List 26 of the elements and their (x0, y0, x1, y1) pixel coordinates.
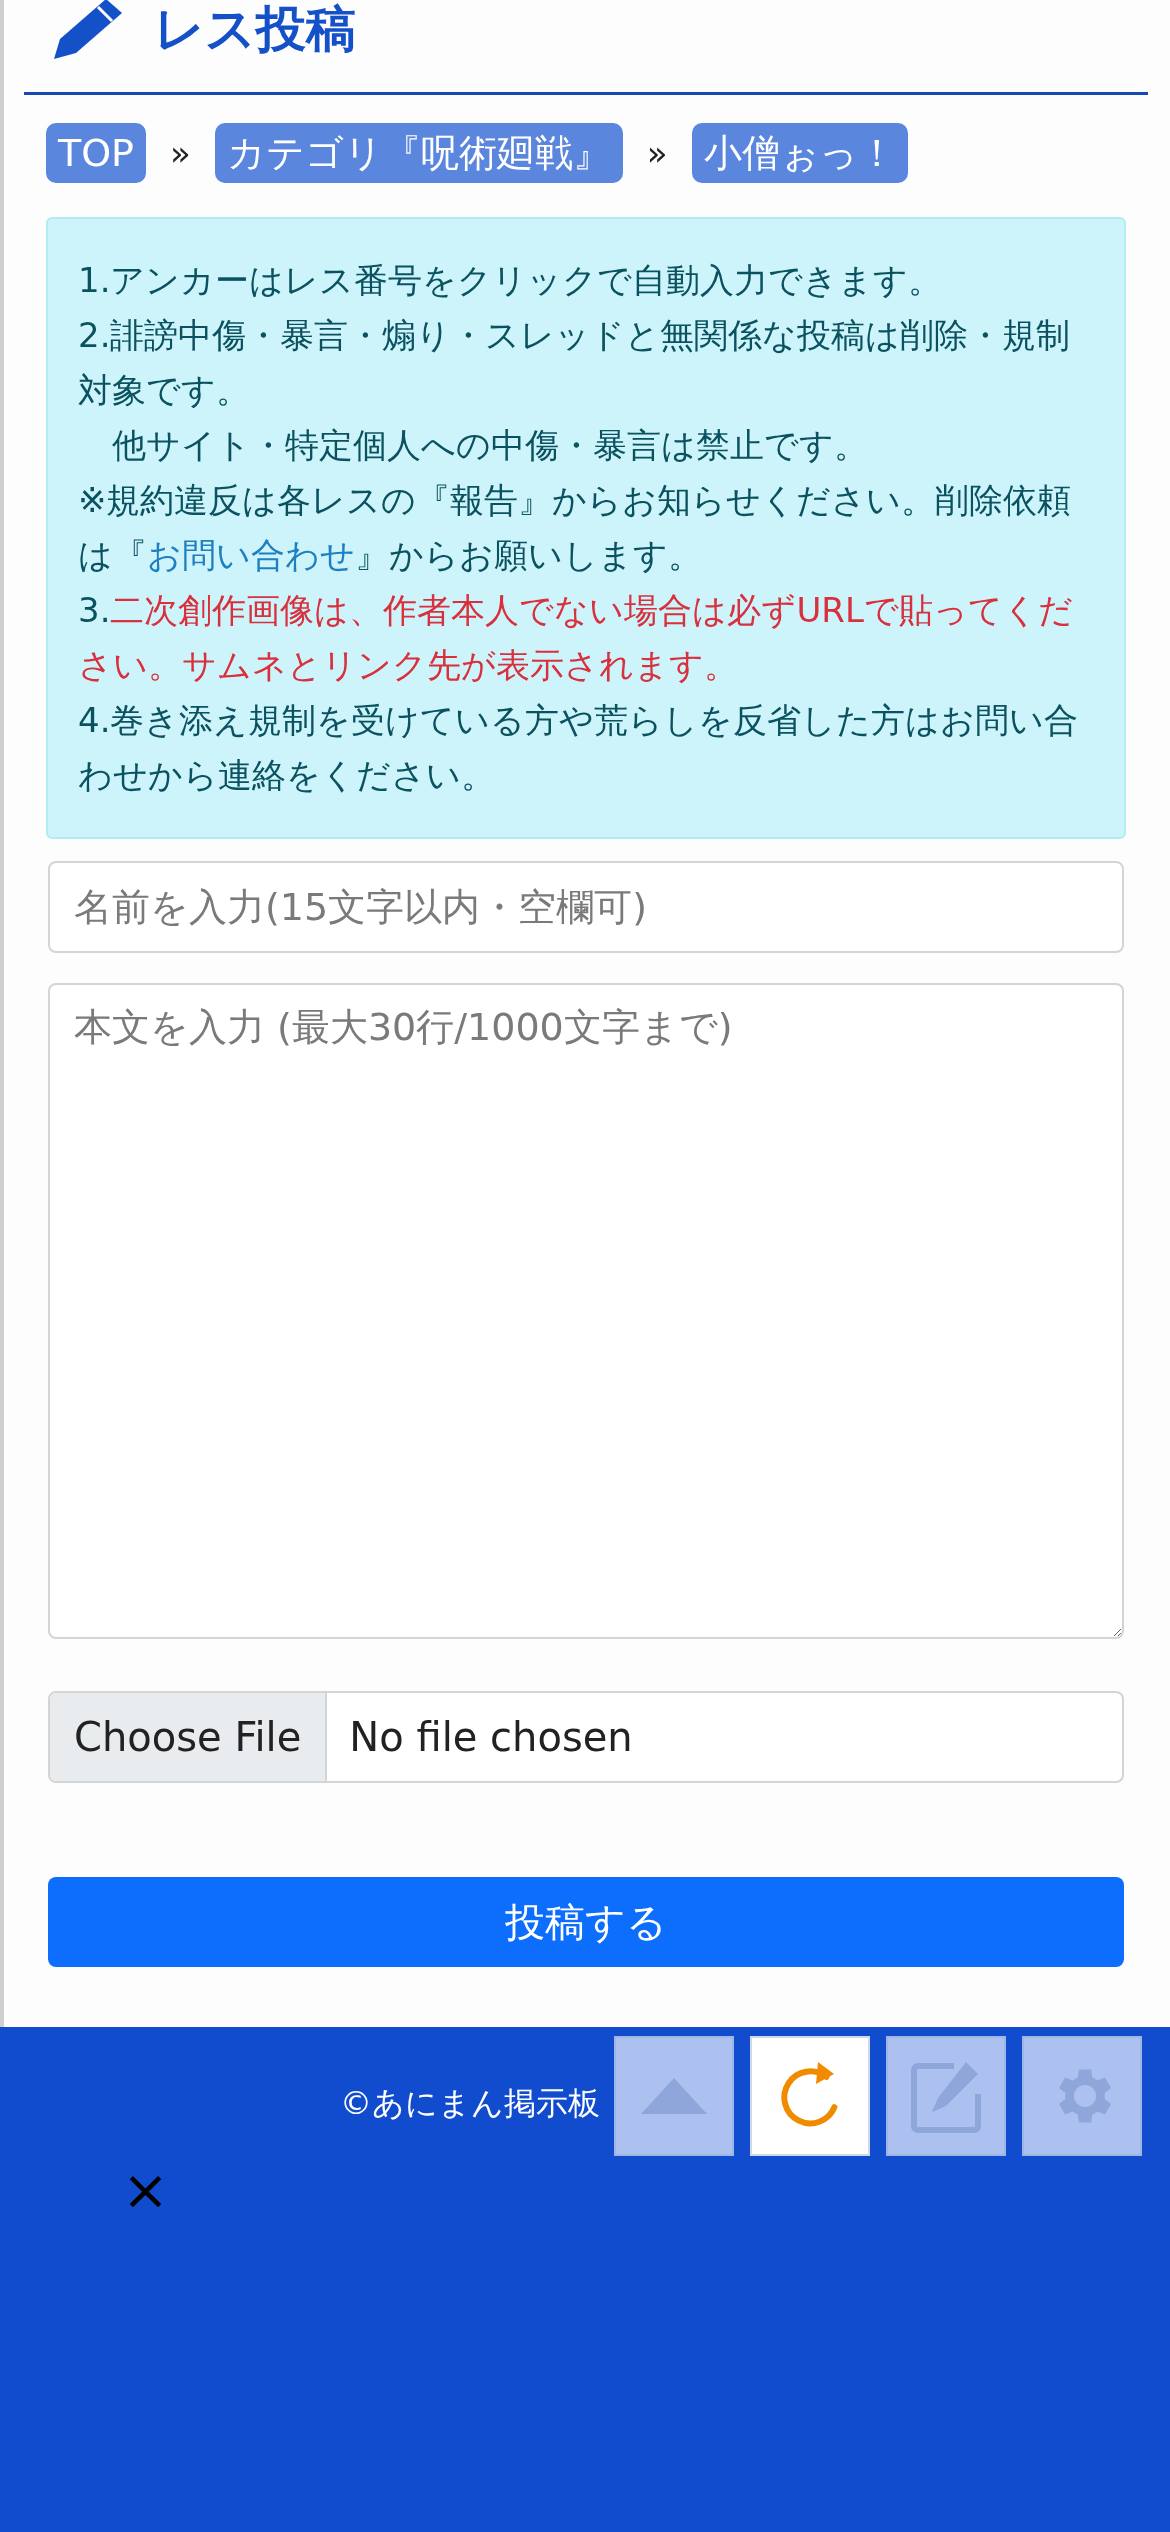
copyright-text: ©あにまん掲示板 (340, 2083, 600, 2124)
file-status: No file chosen (348, 1713, 634, 1762)
notice-text: 他サイト・特定個人への中傷・暴言は禁止です。 (111, 424, 869, 467)
notice-text: 1.アンカーはレス番号をクリックで自動入力できます。 (78, 259, 944, 302)
file-input[interactable]: Choose File No file chosen (48, 1691, 1124, 1783)
submit-button[interactable]: 投稿する (48, 1877, 1124, 1967)
notice-text: 2.誹謗中傷・暴言・煽り・スレッドと無関係な投稿は削除・規制対象です。 (78, 314, 1072, 412)
breadcrumb-link[interactable]: TOP (46, 123, 147, 183)
notice-text: ※規約違反は各レスの『報告』からお知らせください。削除依頼は『お問い合わせ』からお願いします。 (78, 479, 1073, 577)
notice-text: 4.巻き添え規制を受けている方や荒らしを反省した方はお問い合わせから連絡をください。 (78, 699, 1080, 797)
body-field[interactable]: 本文を入力 (最大30行/1000文字まで) (48, 983, 1124, 1639)
name-field[interactable]: 名前を入力(15文字以内・空欄可) (48, 861, 1124, 953)
page-title: レス投稿 (154, 4, 356, 54)
breadcrumb-separator: » (646, 131, 668, 175)
notice-text: 3.二次創作画像は、作者本人でない場合は必ずURLで貼ってください。サムネとリンク先が表示されます。 (78, 589, 1074, 687)
close-button[interactable]: × (122, 2162, 169, 2218)
choose-file-button[interactable]: Choose File (50, 1693, 328, 1781)
reload-button[interactable] (750, 2036, 870, 2156)
contact-link[interactable]: お問い合わせ (147, 535, 355, 575)
breadcrumb-link[interactable]: 小僧ぉっ！ (691, 123, 908, 183)
scroll-top-button[interactable] (614, 2036, 734, 2156)
breadcrumb-link[interactable]: カテゴリ『呪術廻戦』 (214, 123, 623, 183)
breadcrumb-separator: » (170, 131, 191, 175)
triangle-icon (639, 2076, 709, 2116)
settings-button[interactable] (1022, 2036, 1142, 2156)
edit-button[interactable] (886, 2036, 1006, 2156)
